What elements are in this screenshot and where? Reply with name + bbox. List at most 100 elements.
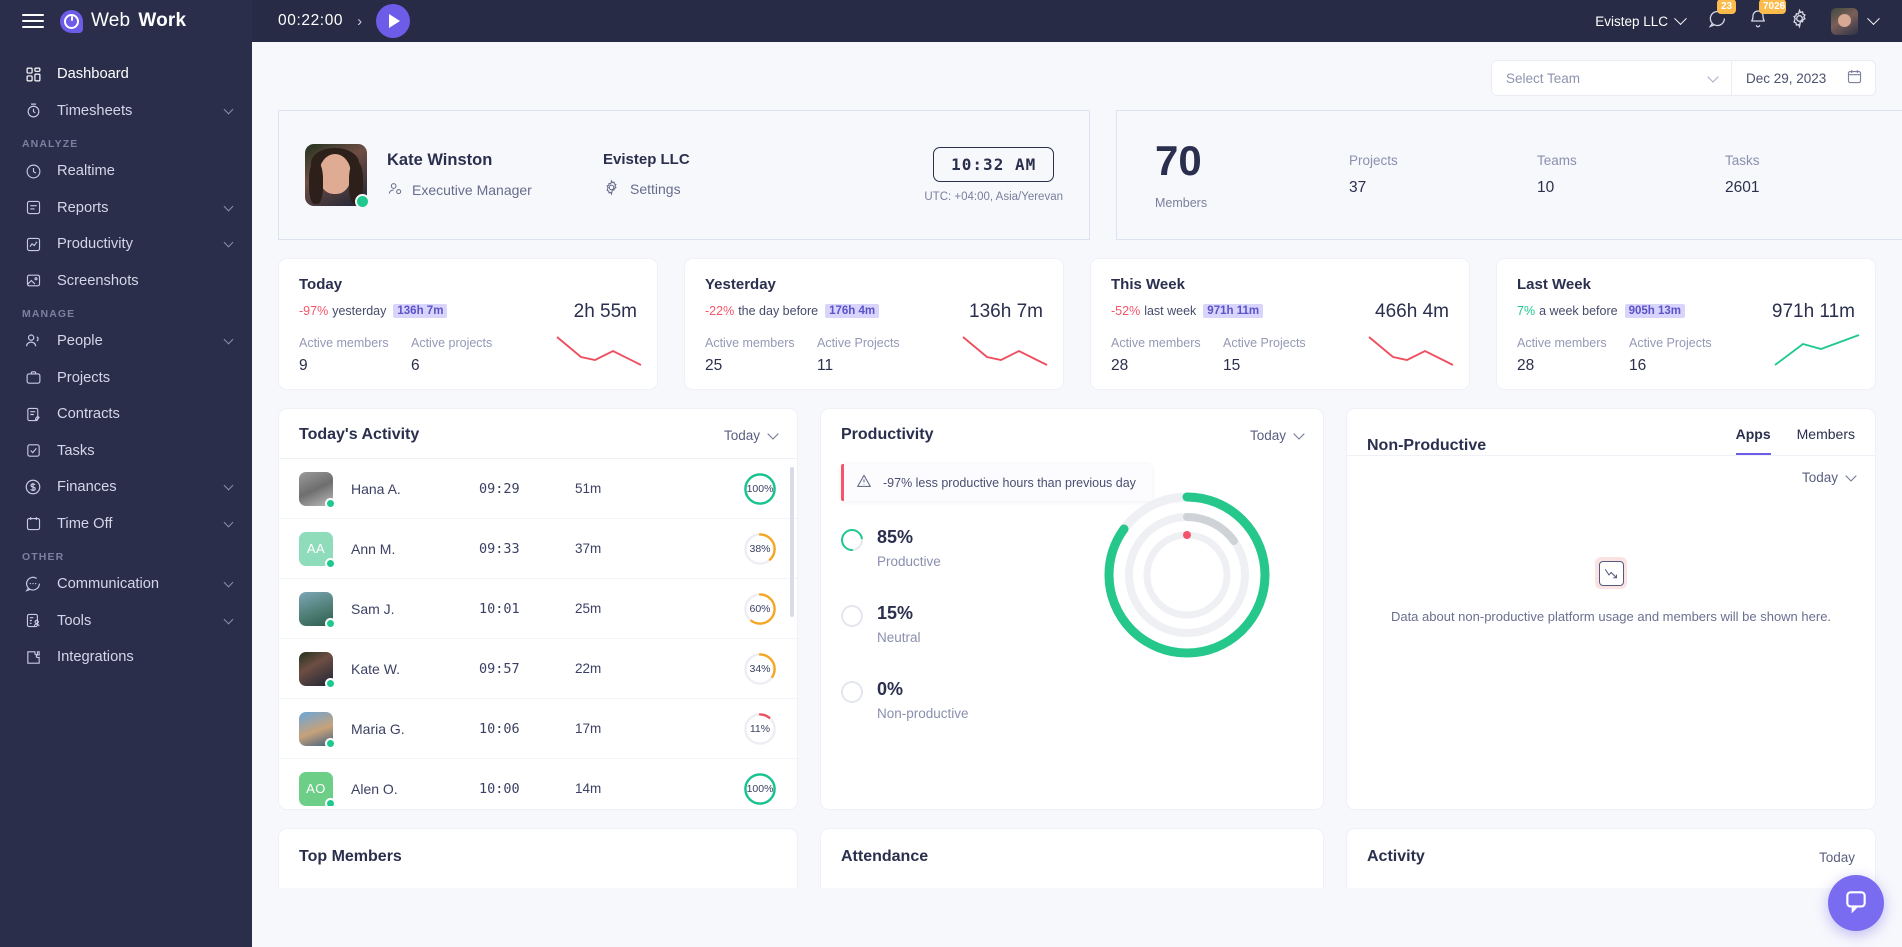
sidebar-item-time-off[interactable]: Time Off: [0, 506, 252, 543]
legend-label: Non-productive: [877, 706, 969, 721]
tab-apps[interactable]: Apps: [1735, 426, 1771, 455]
analytics-row: Today's Activity Today Hana A. 09:29 51m…: [278, 408, 1876, 810]
user-menu[interactable]: [1831, 7, 1880, 35]
delta-value: -22%: [705, 304, 735, 318]
time-summary-row: Today -97% yesterday 136h 7m 2h 55m Acti…: [278, 258, 1876, 390]
brand-name-light: Web: [91, 10, 131, 31]
duration: 51m: [575, 481, 602, 496]
list-item[interactable]: Kate W. 09:57 22m 34%: [279, 639, 797, 699]
sidebar-item-integrations[interactable]: Integrations: [0, 639, 252, 676]
sidebar-section-analyze: ANALYZE: [22, 138, 79, 150]
chat-support-button[interactable]: [1828, 875, 1884, 931]
chevron-down-icon: [223, 577, 234, 588]
projects-icon: [22, 367, 44, 389]
sidebar-section-manage: MANAGE: [22, 308, 76, 320]
activity-scrollbar[interactable]: [790, 467, 794, 807]
sidebar-item-realtime[interactable]: Realtime: [0, 153, 252, 190]
org-stats-card: 70 Members Projects 37 Teams 10 Tasks 26…: [1116, 110, 1902, 240]
member-name: Sam J.: [351, 600, 395, 617]
active-members-value: 25: [705, 357, 723, 374]
list-item[interactable]: Sam J. 10:01 25m 60%: [279, 579, 797, 639]
chat-button[interactable]: 23: [1706, 0, 1737, 34]
sidebar-item-projects[interactable]: Projects: [0, 360, 252, 397]
chevron-down-icon: [223, 104, 234, 115]
profile-org: Evistep LLC Settings: [603, 151, 809, 199]
sidebar-item-contracts[interactable]: Contracts: [0, 396, 252, 433]
delta-compare: the day before: [738, 304, 819, 318]
sidebar-item-tools[interactable]: Tools: [0, 603, 252, 640]
members-stat: 70 Members: [1155, 140, 1349, 211]
range-label: Today: [1818, 849, 1855, 865]
legend-percent: 0%: [877, 679, 904, 699]
list-item[interactable]: Hana A. 09:29 51m 100%: [279, 459, 797, 519]
activity-bottom-range-dropdown[interactable]: Today: [1819, 850, 1855, 865]
legend-label: Productive: [877, 554, 941, 569]
dashboard-icon: [22, 63, 44, 85]
sidebar-item-reports[interactable]: Reports: [0, 190, 252, 227]
main-content: Select Team Dec 29, 2023 Kate Winston Ex…: [252, 42, 1902, 947]
range-label: Today: [723, 427, 760, 443]
settings-link[interactable]: Settings: [603, 179, 809, 199]
attendance-panel: Attendance: [820, 828, 1324, 888]
activity-panel-bottom: Activity Today: [1346, 828, 1876, 888]
activity-percent-ring: 34%: [743, 652, 777, 686]
sidebar-item-tasks[interactable]: Tasks: [0, 433, 252, 470]
tab-members[interactable]: Members: [1797, 426, 1855, 455]
start-timer-button[interactable]: [376, 4, 411, 38]
team-select[interactable]: Select Team: [1491, 60, 1731, 96]
delta-compare: a week before: [1539, 304, 1618, 318]
top-members-panel: Top Members: [278, 828, 798, 888]
projects-value: 37: [1349, 179, 1367, 196]
active-projects-label: Active projects: [411, 336, 493, 350]
user-role-icon: [387, 181, 403, 200]
sidebar-item-communication[interactable]: Communication: [0, 566, 252, 603]
chevron-down-icon: [223, 334, 234, 345]
activity-percent-ring: 11%: [743, 712, 777, 746]
active-members-label: Active members: [705, 336, 795, 350]
warning-icon: [856, 473, 872, 492]
sidebar-item-label: Contracts: [57, 406, 120, 423]
date-picker[interactable]: Dec 29, 2023: [1731, 60, 1876, 96]
online-status-dot: [325, 737, 336, 749]
settings-button[interactable]: [1789, 8, 1810, 34]
start-time: 10:00: [479, 780, 520, 797]
list-item[interactable]: AA Ann M. 09:33 37m 38%: [279, 519, 797, 579]
sidebar-item-productivity[interactable]: Productivity: [0, 226, 252, 263]
topbar-actions: Evistep LLC 23 7026: [1595, 0, 1902, 35]
online-status-dot: [325, 677, 336, 689]
timer-expand-icon[interactable]: ›: [357, 13, 362, 30]
organization-name: Evistep LLC: [1595, 13, 1668, 29]
sidebar-item-screenshots[interactable]: Screenshots: [0, 263, 252, 300]
percent-label: 100%: [746, 782, 774, 795]
chevron-down-icon: [1293, 427, 1305, 440]
sidebar-item-label: Projects: [57, 369, 111, 386]
menu-toggle-icon[interactable]: [22, 13, 44, 29]
tasks-value: 2601: [1725, 179, 1760, 196]
member-name: Maria G.: [351, 720, 405, 737]
stat-card-today: Today -97% yesterday 136h 7m 2h 55m Acti…: [278, 258, 658, 390]
timezone-label: UTC: +04:00, Asia/Yerevan: [924, 191, 1063, 203]
sidebar-item-label: Realtime: [57, 163, 115, 180]
chevron-down-icon: [1674, 11, 1687, 25]
sidebar-item-people[interactable]: People: [0, 323, 252, 360]
sidebar-item-timesheets[interactable]: Timesheets: [0, 93, 252, 130]
non-productive-range-dropdown[interactable]: Today: [1801, 470, 1857, 485]
sidebar-item-finances[interactable]: Finances: [0, 469, 252, 506]
timer-value: 00:22:00: [278, 12, 344, 29]
percent-label: 100%: [746, 482, 774, 495]
communication-icon: [22, 573, 44, 595]
list-item[interactable]: AO Alen O. 10:00 14m 100%: [279, 759, 797, 806]
legend-marker: [841, 605, 863, 627]
organization-switcher[interactable]: Evistep LLC: [1595, 11, 1687, 29]
activity-range-dropdown[interactable]: Today: [723, 427, 779, 443]
app-logo[interactable]: Web Work: [60, 9, 186, 33]
productivity-range-dropdown[interactable]: Today: [1250, 427, 1305, 443]
projects-stat: Projects 37: [1349, 153, 1537, 197]
productivity-panel: Productivity Today -97% less productive …: [820, 408, 1324, 810]
list-item[interactable]: Maria G. 10:06 17m 11%: [279, 699, 797, 759]
sidebar-item-dashboard[interactable]: Dashboard: [0, 56, 252, 93]
range-label: Today: [1801, 470, 1838, 485]
avatar: [299, 711, 336, 749]
timer-widget: 00:22:00 ›: [252, 4, 411, 38]
notifications-button[interactable]: 7026: [1748, 0, 1786, 34]
